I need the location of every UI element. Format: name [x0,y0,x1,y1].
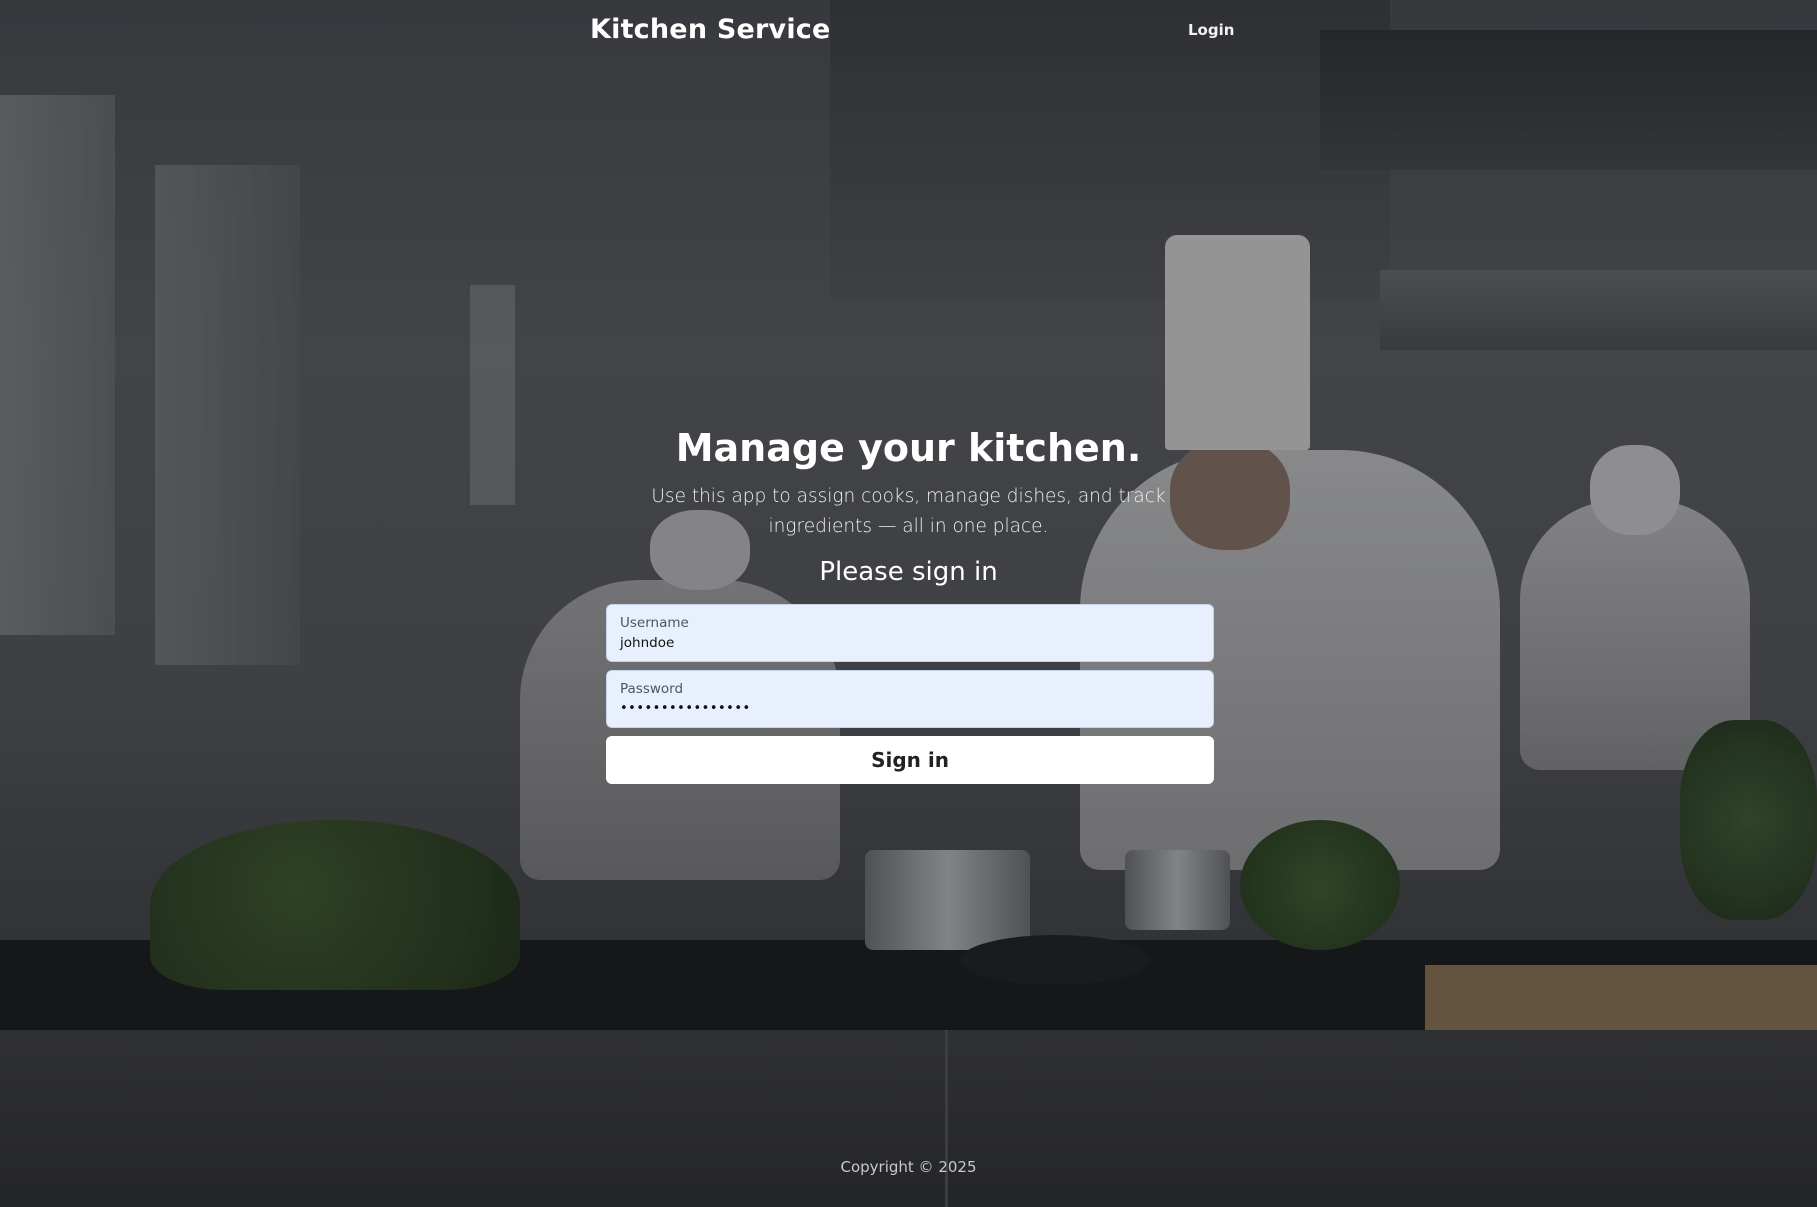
hero-title: Manage your kitchen. [675,426,1142,470]
login-form: Username johndoe Password ••••••••••••••… [606,604,1214,784]
password-field[interactable]: Password •••••••••••••••• [606,670,1214,728]
username-input[interactable]: johndoe [620,633,1200,653]
hero-description: Use this app to assign cooks, manage dis… [651,486,1166,537]
hero-section: Manage your kitchen. Use this app to ass… [0,420,1817,592]
footer-copyright: Copyright © 2025 [840,1158,977,1176]
username-field[interactable]: Username johndoe [606,604,1214,662]
password-label: Password [620,681,684,697]
brand-link[interactable]: Kitchen Service [590,14,831,45]
login-link[interactable]: Login [1188,21,1234,39]
sign-in-button[interactable]: Sign in [606,736,1214,784]
password-input[interactable]: •••••••••••••••• [620,699,1200,719]
username-label: Username [620,615,689,631]
signin-heading: Please sign in [819,557,998,587]
